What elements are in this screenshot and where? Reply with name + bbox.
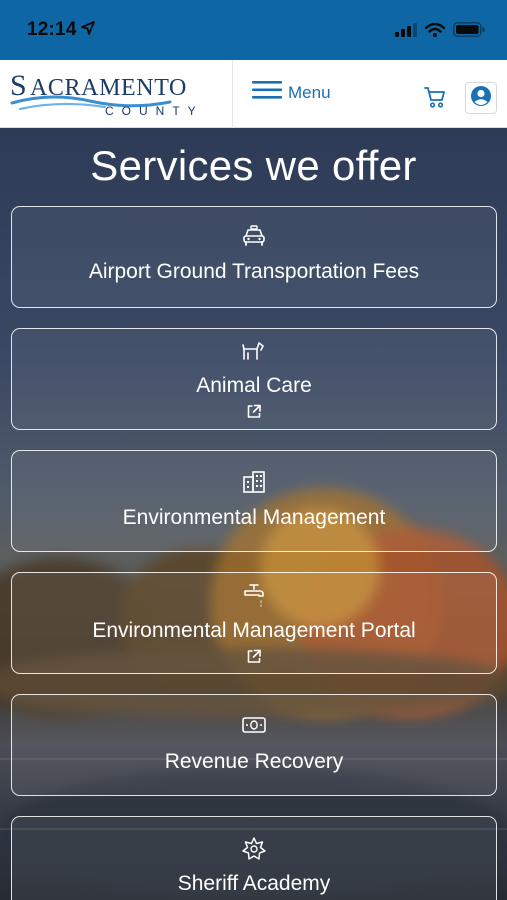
service-card-environmental-management-portal[interactable]: Environmental Management Portal bbox=[11, 572, 497, 674]
taxi-icon bbox=[242, 225, 266, 252]
cart-icon[interactable] bbox=[423, 85, 447, 109]
user-icon bbox=[470, 85, 492, 112]
location-arrow-icon bbox=[81, 21, 95, 40]
service-label: Revenue Recovery bbox=[164, 750, 344, 773]
service-label: Airport Ground Transportation Fees bbox=[88, 260, 420, 283]
badge-icon bbox=[242, 837, 266, 866]
header-divider bbox=[232, 60, 233, 128]
battery-icon bbox=[453, 22, 485, 42]
service-card-airport-ground-transportation-fees[interactable]: Airport Ground Transportation Fees bbox=[11, 206, 497, 308]
building-icon bbox=[243, 471, 265, 498]
menu-label: Menu bbox=[288, 82, 331, 102]
status-bar: 12:14 bbox=[0, 0, 507, 60]
sacramento-county-logo[interactable]: S ACRAMENTO COUNTY bbox=[10, 68, 220, 120]
faucet-icon bbox=[243, 583, 265, 612]
hamburger-icon bbox=[252, 80, 282, 105]
status-icons bbox=[395, 22, 485, 42]
service-card-revenue-recovery[interactable]: Revenue Recovery bbox=[11, 694, 497, 796]
external-link-icon bbox=[247, 649, 262, 669]
svg-text:COUNTY: COUNTY bbox=[105, 104, 204, 118]
menu-button[interactable]: Menu bbox=[252, 80, 331, 105]
service-label: Environmental Management Portal bbox=[92, 619, 416, 642]
service-label: Animal Care bbox=[196, 374, 312, 397]
svg-text:S: S bbox=[10, 69, 27, 102]
money-icon bbox=[242, 717, 266, 738]
dog-icon bbox=[242, 340, 266, 367]
service-label: Environmental Management bbox=[122, 506, 386, 529]
status-time: 12:14 bbox=[27, 19, 77, 40]
service-card-environmental-management[interactable]: Environmental Management bbox=[11, 450, 497, 552]
service-label: Sheriff Academy bbox=[177, 872, 331, 895]
external-link-icon bbox=[247, 404, 262, 424]
service-card-sheriff-academy[interactable]: Sheriff Academy bbox=[11, 816, 497, 900]
site-header: S ACRAMENTO COUNTY Menu bbox=[0, 60, 507, 128]
page-title: Services we offer bbox=[90, 142, 417, 189]
wifi-icon bbox=[424, 22, 446, 42]
account-button[interactable] bbox=[465, 82, 497, 114]
signal-icon bbox=[395, 22, 417, 42]
service-card-animal-care[interactable]: Animal Care bbox=[11, 328, 497, 430]
